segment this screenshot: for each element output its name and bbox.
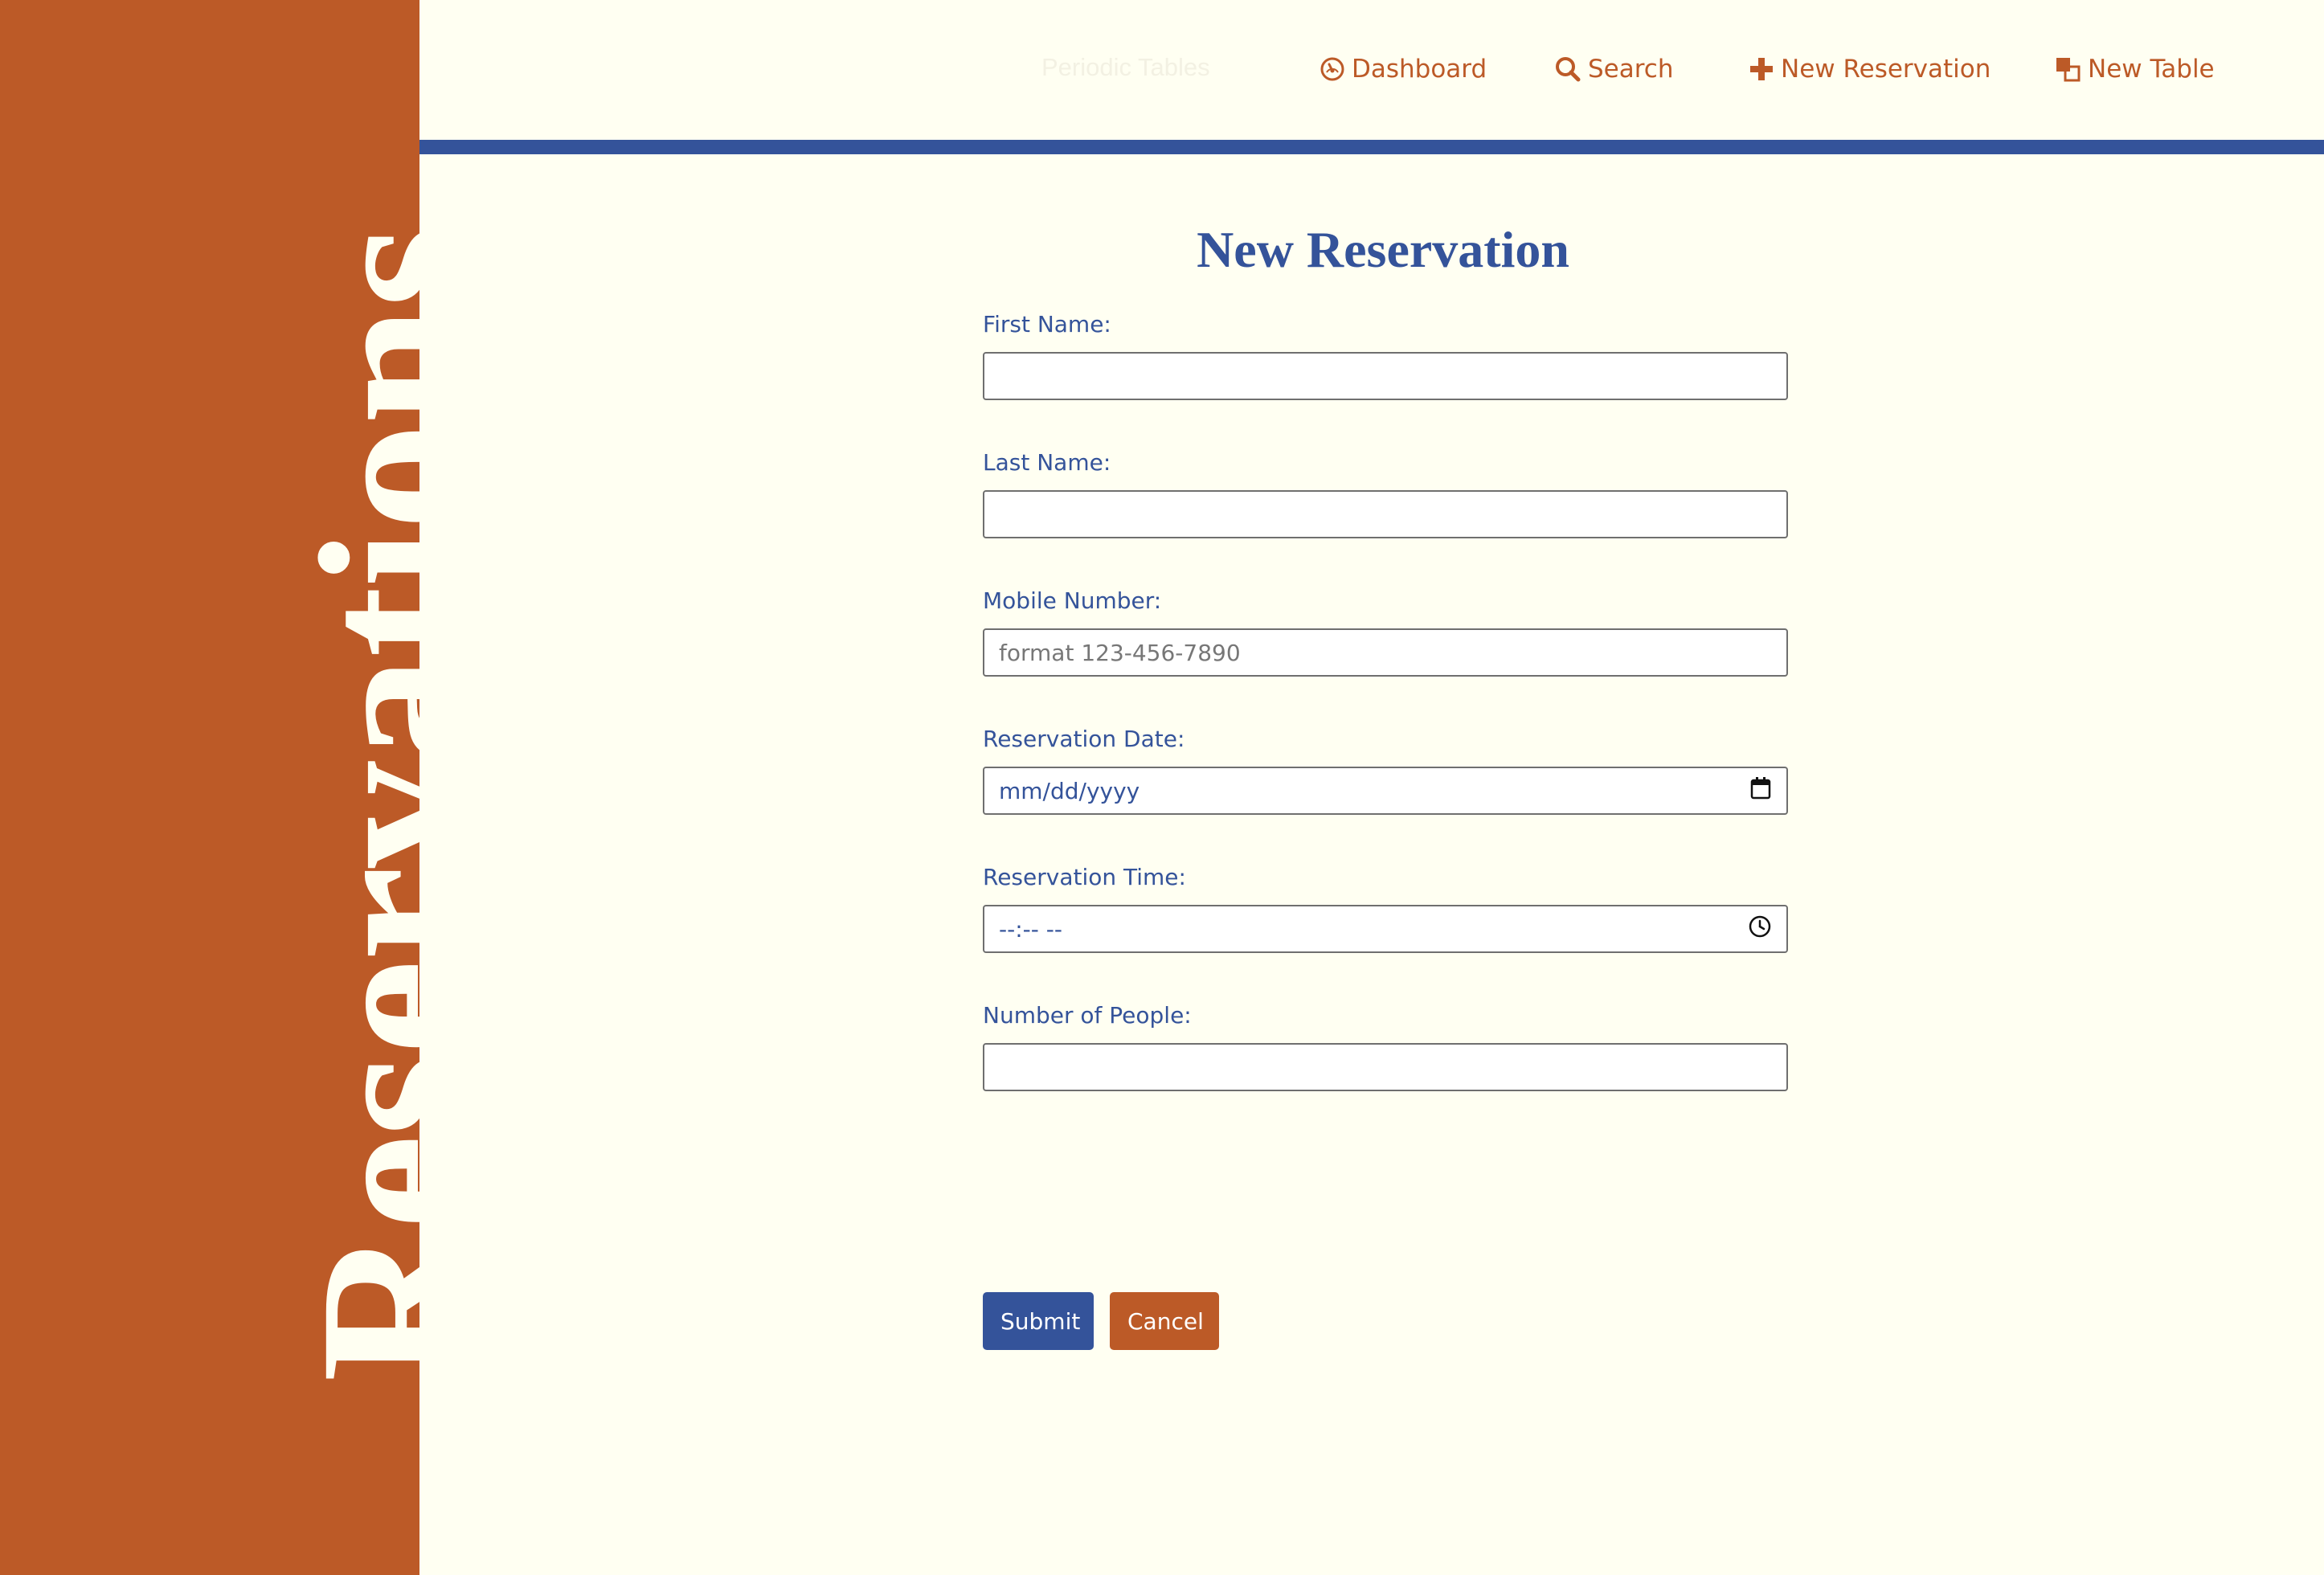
reservation-time-value: --:-- -- [999, 915, 1062, 943]
sidebar: Reservations [0, 0, 419, 1575]
main-content: New Reservation First Name: Last Name: M… [419, 154, 2324, 1575]
people-label: Number of People: [983, 1002, 1192, 1029]
last-name-label: Last Name: [983, 449, 1111, 476]
plus-icon [1749, 56, 1774, 82]
nav-faint-text: Periodic Tables [1041, 53, 1210, 81]
sidebar-title: Reservations [276, 226, 419, 1382]
reservation-time-label: Reservation Time: [983, 864, 1186, 890]
reservation-date-label: Reservation Date: [983, 726, 1185, 752]
first-name-label: First Name: [983, 311, 1111, 338]
form-buttons: Submit Cancel [983, 1292, 1219, 1350]
app-root: Reservations Periodic Tables Dashboard S… [0, 0, 2324, 1575]
layers-icon [2054, 55, 2081, 83]
cancel-button[interactable]: Cancel [1110, 1292, 1219, 1350]
nav-item-new-table[interactable]: New Table [2054, 50, 2215, 88]
nav-label-new-reservation: New Reservation [1781, 55, 1991, 84]
nav-item-dashboard[interactable]: Dashboard [1320, 50, 1487, 88]
reservation-date-value: mm/dd/yyyy [999, 777, 1140, 804]
people-input[interactable] [983, 1043, 1788, 1091]
reservation-date-field-group: Reservation Date: mm/dd/yyyy [983, 723, 1788, 815]
nav-divider-bar [419, 140, 2324, 154]
last-name-input[interactable] [983, 490, 1788, 538]
nav-label-dashboard: Dashboard [1352, 55, 1487, 84]
nav-item-new-reservation[interactable]: New Reservation [1749, 50, 1991, 88]
first-name-field-group: First Name: [983, 309, 1788, 400]
reservation-time-field-group: Reservation Time: --:-- -- [983, 861, 1788, 953]
mobile-number-input[interactable] [983, 628, 1788, 677]
nav-item-search[interactable]: Search [1554, 50, 1674, 88]
mobile-number-field-group: Mobile Number: [983, 585, 1788, 677]
page-title: New Reservation [1197, 221, 1569, 278]
dashboard-icon [1320, 56, 1345, 82]
submit-button[interactable]: Submit [983, 1292, 1094, 1350]
last-name-field-group: Last Name: [983, 447, 1788, 538]
nav-label-search: Search [1588, 55, 1674, 84]
mobile-number-label: Mobile Number: [983, 587, 1162, 614]
people-field-group: Number of People: [983, 1000, 1788, 1091]
calendar-icon[interactable] [1749, 776, 1772, 806]
first-name-input[interactable] [983, 352, 1788, 400]
reservation-date-input[interactable]: mm/dd/yyyy [983, 767, 1788, 815]
clock-icon[interactable] [1748, 914, 1772, 944]
nav-label-new-table: New Table [2088, 55, 2215, 84]
search-icon [1554, 55, 1581, 83]
top-nav: Periodic Tables Dashboard Search New Res… [419, 0, 2324, 140]
reservation-time-input[interactable]: --:-- -- [983, 905, 1788, 953]
